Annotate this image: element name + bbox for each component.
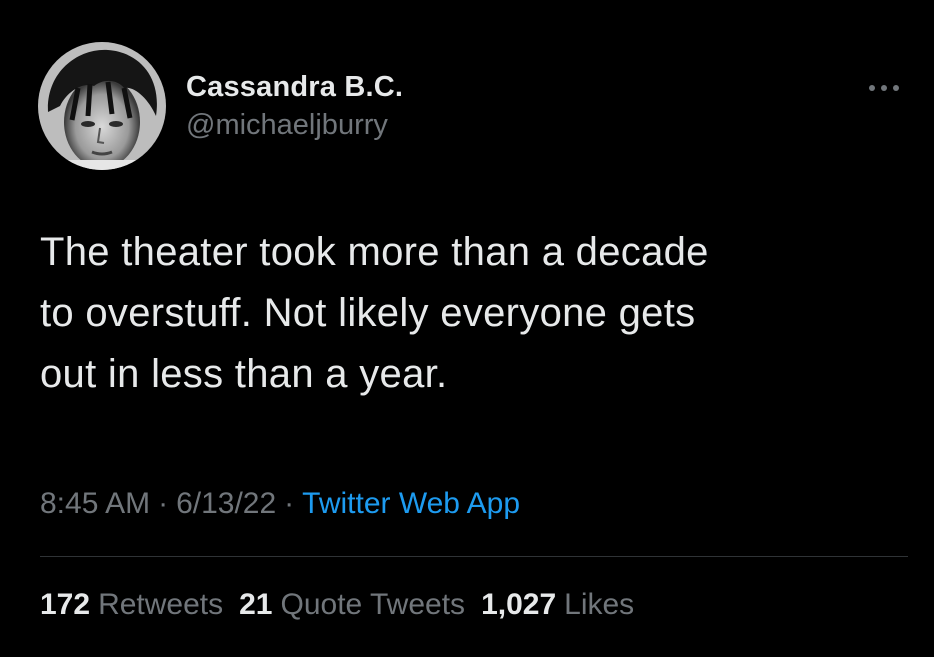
likes-stat[interactable]: 1,027 Likes <box>481 585 634 625</box>
author-display-name[interactable]: Cassandra B.C. <box>186 70 403 104</box>
tweet-text: The theater took more than a decade to o… <box>40 230 709 396</box>
retweets-label: Retweets <box>98 588 224 621</box>
retweets-stat[interactable]: 172 Retweets <box>40 585 223 625</box>
likes-count: 1,027 <box>481 588 557 621</box>
author-block[interactable]: Cassandra B.C. @michaeljburry <box>186 70 403 142</box>
more-horizontal-icon <box>869 85 899 91</box>
meta-separator: · <box>158 487 169 520</box>
likes-label: Likes <box>564 588 635 621</box>
profile-photo <box>38 42 166 170</box>
meta-separator: · <box>284 487 295 520</box>
divider <box>40 556 908 557</box>
tweet-card: Cassandra B.C. @michaeljburry The theate… <box>0 0 934 657</box>
avatar[interactable] <box>38 42 166 170</box>
tweet-metadata: 8:45 AM · 6/13/22 · Twitter Web App <box>40 484 520 524</box>
quote-tweets-count: 21 <box>239 588 273 621</box>
engagement-stats: 172 Retweets 21 Quote Tweets 1,027 Likes <box>40 585 634 625</box>
tweet-time[interactable]: 8:45 AM <box>40 487 150 520</box>
quote-tweets-stat[interactable]: 21 Quote Tweets <box>239 585 465 625</box>
quote-tweets-label: Quote Tweets <box>280 588 466 621</box>
more-options-button[interactable] <box>864 76 904 100</box>
tweet-date[interactable]: 6/13/22 <box>176 487 276 520</box>
author-handle[interactable]: @michaeljburry <box>186 108 403 142</box>
retweets-count: 172 <box>40 588 91 621</box>
tweet-source-link[interactable]: Twitter Web App <box>302 487 520 520</box>
